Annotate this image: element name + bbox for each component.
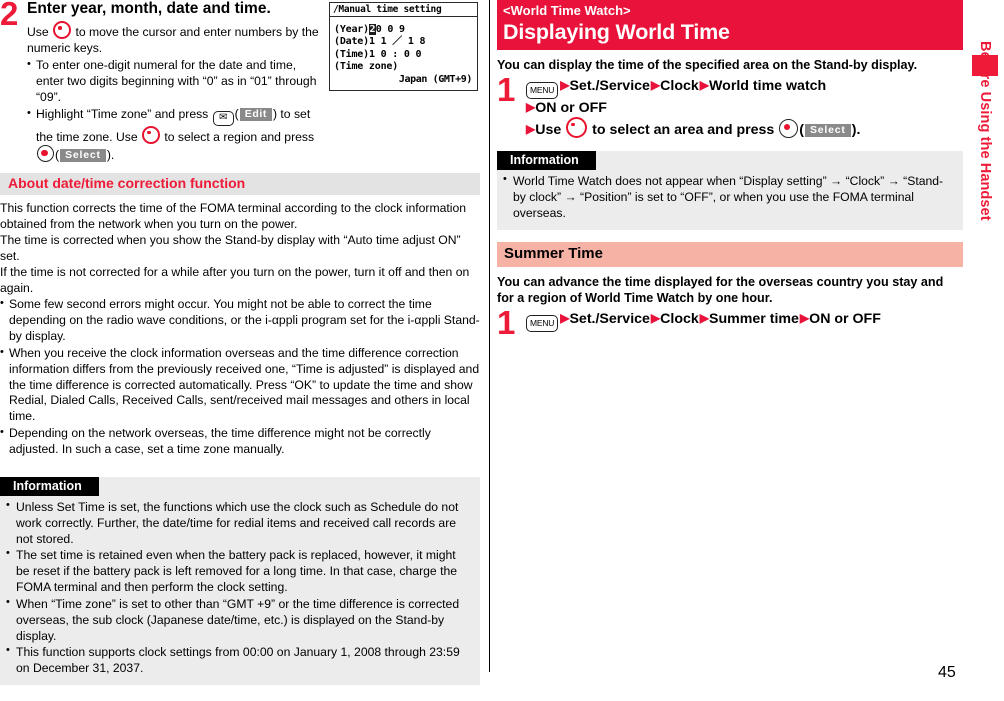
- list-item: When you receive the clock information o…: [0, 345, 480, 425]
- timezone-label: (Time zone): [334, 61, 399, 73]
- banner-subtitle: <World Time Watch>: [503, 3, 631, 18]
- manual-page: 2 Enter year, month, date and time. Use …: [0, 0, 1004, 701]
- list-item: Unless Set Time is set, the functions wh…: [6, 498, 472, 547]
- year-rest: 0 0 9: [375, 24, 405, 35]
- arrow-icon: ▶: [526, 99, 535, 114]
- date-label: (Date): [334, 36, 369, 48]
- information-panel-left: Information Unless Set Time is set, the …: [0, 476, 480, 685]
- multi-function-key-icon: [142, 125, 160, 144]
- menu-path-item: Set./Service: [569, 311, 650, 328]
- operation-step-1-world-time: 1 MENU ▶Set./Service▶Clock▶World time wat…: [497, 70, 963, 140]
- list-item: To enter one-digit numeral for the date …: [27, 57, 322, 106]
- phone-screen-title: Manual time setting: [338, 4, 442, 15]
- paragraph: This function corrects the time of the F…: [0, 200, 467, 232]
- time-value: 1 0 : 0 0: [368, 48, 422, 60]
- side-tab-label: Before Using the Handset: [977, 41, 993, 221]
- operation-line-3: ▶Use to select an area and press (Select…: [525, 117, 963, 139]
- right-column: <World Time Watch> Displaying World Time…: [497, 0, 963, 339]
- operation-number: 1: [497, 70, 516, 108]
- section-banner-world-time-watch: <World Time Watch> Displaying World Time: [497, 0, 963, 50]
- paragraph: The time is corrected when you show the …: [0, 233, 461, 264]
- operation-number: 1: [497, 304, 516, 342]
- menu-path-item: ON or OFF: [535, 99, 607, 116]
- summer-lead-text: You can advance the time displayed for t…: [497, 274, 944, 305]
- menu-key-icon: MENU: [526, 81, 559, 99]
- line3-prefix: Use: [535, 122, 566, 139]
- list-item: When “Time zone” is set to other than “G…: [6, 594, 472, 644]
- mail-key-icon: ✉: [212, 110, 234, 126]
- phone-screen-date-row: (Date)1 1 ／ 1 8: [334, 36, 474, 48]
- phone-screen-title-bar: ∕Manual time setting: [330, 3, 477, 17]
- information-body: World Time Watch does not appear when “D…: [497, 170, 963, 221]
- list-item: Some few second errors might occur. You …: [0, 296, 480, 345]
- information-heading: Information: [0, 476, 99, 497]
- operation-line-2: ▶ON or OFF: [525, 99, 963, 117]
- section-bullets: Some few second errors might occur. You …: [0, 296, 480, 458]
- step-body-prefix: Use: [27, 25, 53, 40]
- arrow-icon: ▶: [560, 311, 569, 326]
- list-item: World Time Watch does not appear when “D…: [503, 172, 955, 221]
- date-value: 1 1 ／ 1 8: [368, 36, 426, 48]
- menu-path-item: Clock: [660, 77, 699, 94]
- menu-key-icon: MENU: [526, 315, 559, 333]
- menu-path-item: World time watch: [709, 77, 827, 94]
- arrow-icon: ▶: [526, 122, 535, 137]
- arrow-icon: ▶: [799, 311, 809, 326]
- softkey-edit: Edit: [239, 107, 272, 121]
- list-item: Depending on the network overseas, the t…: [0, 425, 480, 458]
- softkey-select: Select: [60, 149, 106, 163]
- bullet-suffix: ).: [106, 148, 115, 163]
- section-heading-date-time-correction: About date/time correction function: [0, 173, 480, 195]
- multi-function-key-icon: [566, 117, 588, 139]
- phone-screen-tz-row: (Time zone): [334, 61, 474, 73]
- timezone-value: Japan (GMT+9): [398, 73, 472, 85]
- information-body: Unless Set Time is set, the functions wh…: [0, 496, 480, 676]
- arrow-icon: ▶: [650, 311, 660, 326]
- menu-path-item: Clock: [660, 311, 699, 328]
- line3-mid: to select an area and press: [588, 122, 779, 139]
- list-item: This function supports clock settings fr…: [6, 643, 472, 676]
- time-label: (Time): [334, 48, 369, 60]
- list-item: Highlight “Time zone” and press ✉(Edit) …: [27, 106, 322, 165]
- arrow-icon: ▶: [650, 77, 660, 92]
- step-bullets: To enter one-digit numeral for the date …: [27, 57, 322, 165]
- menu-path-item: ON or OFF: [809, 311, 881, 328]
- paragraph: If the time is not corrected for a while…: [0, 265, 470, 296]
- column-divider: [489, 0, 490, 672]
- phone-screen-body: (Year)20 0 9 (Date)1 1 ／ 1 8 (Time)1 0 :…: [330, 17, 477, 86]
- menu-path-item: Summer time: [709, 311, 799, 328]
- banner-title: Displaying World Time: [503, 19, 730, 44]
- section-heading-summer-time: Summer Time: [497, 242, 963, 267]
- step-title: Enter year, month, date and time.: [27, 0, 271, 17]
- operation-line-1: MENU ▶Set./Service▶Clock▶Summer time▶ON o…: [525, 310, 963, 333]
- phone-screen-year-row: (Year)20 0 9: [334, 24, 474, 36]
- step-body: Use to move the cursor and enter numbers…: [27, 21, 322, 57]
- menu-path-item: Set./Service: [569, 77, 650, 94]
- phone-screen-illustration: ∕Manual time setting (Year)20 0 9 (Date)…: [329, 2, 478, 91]
- left-column: 2 Enter year, month, date and time. Use …: [0, 0, 480, 685]
- bullet-mid2: to select a region and press: [161, 129, 315, 144]
- page-number: 45: [938, 664, 956, 681]
- operation-step-1-summer-time: 1 MENU ▶Set./Service▶Clock▶Summer time▶ON…: [497, 306, 963, 339]
- information-panel-right: Information World Time Watch does not ap…: [497, 150, 963, 231]
- bullet-prefix: Highlight “Time zone” and press: [36, 106, 212, 121]
- line3-suffix: ).: [851, 122, 861, 139]
- arrow-icon: ▶: [699, 311, 709, 326]
- center-key-icon: [37, 145, 54, 163]
- center-key-icon: [779, 119, 799, 139]
- list-item: The set time is retained even when the b…: [6, 546, 472, 595]
- chapter-side-tab: Before Using the Handset: [972, 0, 1004, 701]
- information-heading: Information: [497, 150, 596, 171]
- arrow-icon: ▶: [560, 77, 569, 92]
- multi-function-key-icon: [53, 21, 72, 40]
- year-highlighted-digit: 2: [368, 24, 376, 35]
- arrow-icon: ▶: [699, 77, 709, 92]
- lead-text: You can display the time of the specifie…: [497, 57, 918, 72]
- year-label: (Year): [334, 24, 369, 35]
- step-number: 2: [0, 0, 19, 32]
- phone-screen-time-row: (Time)1 0 : 0 0: [334, 49, 474, 61]
- softkey-select: Select: [804, 124, 851, 138]
- operation-line-1: MENU ▶Set./Service▶Clock▶World time watch: [525, 77, 963, 99]
